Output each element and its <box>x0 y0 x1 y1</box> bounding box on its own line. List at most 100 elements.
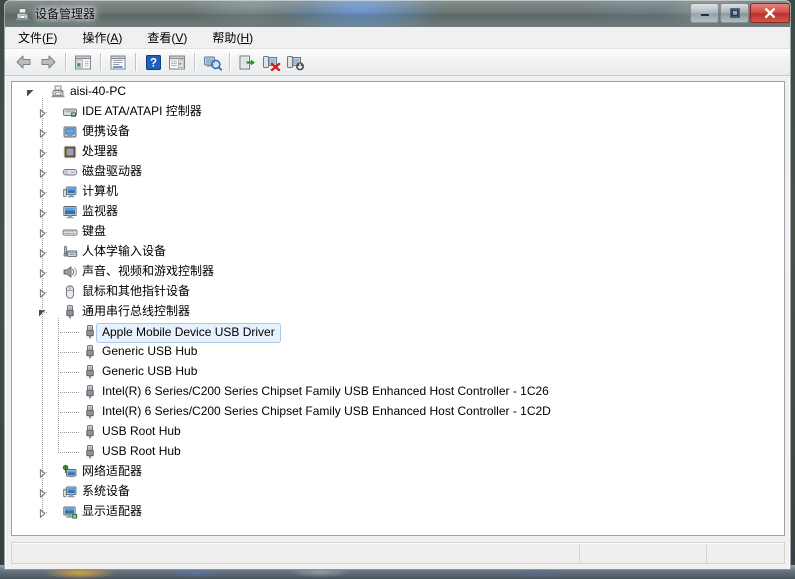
minimize-button[interactable] <box>690 3 719 23</box>
tree-node[interactable]: 处理器 <box>12 142 784 162</box>
tree-connector-line <box>42 232 48 233</box>
menu-help[interactable]: 帮助(H) <box>209 27 264 48</box>
back-icon[interactable] <box>12 51 36 74</box>
forward-icon[interactable] <box>36 51 60 74</box>
tree-node[interactable]: 鼠标和其他指针设备 <box>12 282 784 302</box>
tree-node[interactable]: 磁盘驱动器 <box>12 162 784 182</box>
tree-connector-line <box>42 172 48 173</box>
network-adapter-icon <box>62 464 78 480</box>
usb-device-icon <box>82 404 98 420</box>
tree-connector-line <box>58 332 80 333</box>
tree-node-label: 键盘 <box>82 224 106 239</box>
close-button[interactable] <box>750 3 790 23</box>
minimize-icon <box>691 4 718 22</box>
tree-node[interactable]: 计算机 <box>12 182 784 202</box>
tree-connector-line <box>58 352 80 353</box>
menu-view[interactable]: 查看(V) <box>144 27 198 48</box>
computer-category-icon <box>62 184 78 200</box>
tree-node[interactable]: 人体学输入设备 <box>12 242 784 262</box>
maximize-button[interactable] <box>720 3 749 23</box>
menu-action[interactable]: 操作(A) <box>79 27 133 48</box>
toolbar: ? <box>5 49 790 76</box>
tree-connector-line <box>42 472 48 473</box>
device-tree-panel[interactable]: aisi-40-PC IDE ATA/ATAPI 控制器 便携设备 <box>11 81 785 536</box>
tree-node[interactable]: Generic USB Hub <box>12 342 784 362</box>
computer-icon <box>50 84 66 100</box>
portable-device-icon <box>62 124 78 140</box>
close-icon <box>751 4 789 22</box>
show-hide-console-tree-icon[interactable] <box>71 51 95 74</box>
tree-node-label: 鼠标和其他指针设备 <box>82 284 190 299</box>
tree-node-label: aisi-40-PC <box>70 84 126 99</box>
tree-node[interactable]: 网络适配器 <box>12 462 784 482</box>
device-tree: aisi-40-PC IDE ATA/ATAPI 控制器 便携设备 <box>12 82 784 87</box>
usb-device-icon <box>82 344 98 360</box>
tree-node-label: Intel(R) 6 Series/C200 Series Chipset Fa… <box>102 384 549 399</box>
keyboard-icon <box>62 224 78 240</box>
tree-node[interactable]: 声音、视频和游戏控制器 <box>12 262 784 282</box>
tree-node[interactable]: USB Root Hub <box>12 422 784 442</box>
usb-device-icon <box>82 364 98 380</box>
tree-node-label: 计算机 <box>82 184 118 199</box>
tree-node[interactable]: IDE ATA/ATAPI 控制器 <box>12 102 784 122</box>
chevron-down-icon[interactable] <box>26 87 35 96</box>
tree-node-label: 声音、视频和游戏控制器 <box>82 264 214 279</box>
usb-device-icon <box>82 424 98 440</box>
status-bar <box>11 542 785 564</box>
menu-file[interactable]: 文件(F) <box>15 27 68 48</box>
maximize-icon <box>721 4 748 22</box>
tree-node[interactable]: 系统设备 <box>12 482 784 502</box>
tree-node[interactable]: Generic USB Hub <box>12 362 784 382</box>
scan-hardware-changes-icon[interactable] <box>200 51 224 74</box>
tree-node-label: 便携设备 <box>82 124 130 139</box>
tree-connector-line <box>42 152 48 153</box>
disable-device-icon[interactable] <box>283 51 307 74</box>
tree-node[interactable]: 便携设备 <box>12 122 784 142</box>
display-adapter-icon <box>62 504 78 520</box>
properties-icon[interactable] <box>106 51 130 74</box>
monitor-icon <box>62 204 78 220</box>
tree-node-label: Intel(R) 6 Series/C200 Series Chipset Fa… <box>102 404 551 419</box>
show-hide-action-pane-icon[interactable] <box>165 51 189 74</box>
tree-connector-line <box>58 392 80 393</box>
ide-controller-icon <box>62 104 78 120</box>
toolbar-separator <box>135 53 136 71</box>
update-driver-icon[interactable] <box>235 51 259 74</box>
disk-drive-icon <box>62 164 78 180</box>
tree-node-label: 监视器 <box>82 204 118 219</box>
menu-bar: 文件(F) 操作(A) 查看(V) 帮助(H) <box>5 27 790 49</box>
hid-device-icon <box>62 244 78 260</box>
tree-connector-line <box>58 372 80 373</box>
tree-node-label: Generic USB Hub <box>102 364 197 379</box>
tree-node[interactable]: 监视器 <box>12 202 784 222</box>
tree-node[interactable]: 显示适配器 <box>12 502 784 522</box>
tree-node-label: 磁盘驱动器 <box>82 164 142 179</box>
tree-connector-line <box>42 312 48 313</box>
tree-node[interactable]: 通用串行总线控制器 <box>12 302 784 322</box>
tree-connector-line <box>42 492 48 493</box>
tree-connector-line <box>42 98 43 512</box>
tree-root-node[interactable]: aisi-40-PC <box>12 82 784 102</box>
tree-node[interactable]: Intel(R) 6 Series/C200 Series Chipset Fa… <box>12 382 784 402</box>
usb-device-icon <box>82 444 98 460</box>
help-icon[interactable]: ? <box>141 51 165 74</box>
tree-node-label: 通用串行总线控制器 <box>82 304 190 319</box>
uninstall-device-icon[interactable] <box>259 51 283 74</box>
tree-node-label: 显示适配器 <box>82 504 142 519</box>
system-device-icon <box>62 484 78 500</box>
tree-node-label: Generic USB Hub <box>102 344 197 359</box>
tree-node[interactable]: 键盘 <box>12 222 784 242</box>
title-bar[interactable]: 设备管理器 <box>4 0 791 27</box>
window-client-area: 文件(F) 操作(A) 查看(V) 帮助(H) <box>4 27 791 570</box>
toolbar-separator <box>65 53 66 71</box>
tree-node[interactable]: Intel(R) 6 Series/C200 Series Chipset Fa… <box>12 402 784 422</box>
tree-connector-line <box>58 412 80 413</box>
tree-connector-line <box>42 252 48 253</box>
tree-node-label: USB Root Hub <box>102 444 181 459</box>
tree-node-label: USB Root Hub <box>102 424 181 439</box>
tree-node[interactable]: USB Root Hub <box>12 442 784 462</box>
tree-node[interactable]: Apple Mobile Device USB Driver <box>12 322 784 342</box>
tree-connector-line <box>58 432 80 433</box>
tree-connector-line <box>58 452 80 453</box>
tree-node-label: 网络适配器 <box>82 464 142 479</box>
